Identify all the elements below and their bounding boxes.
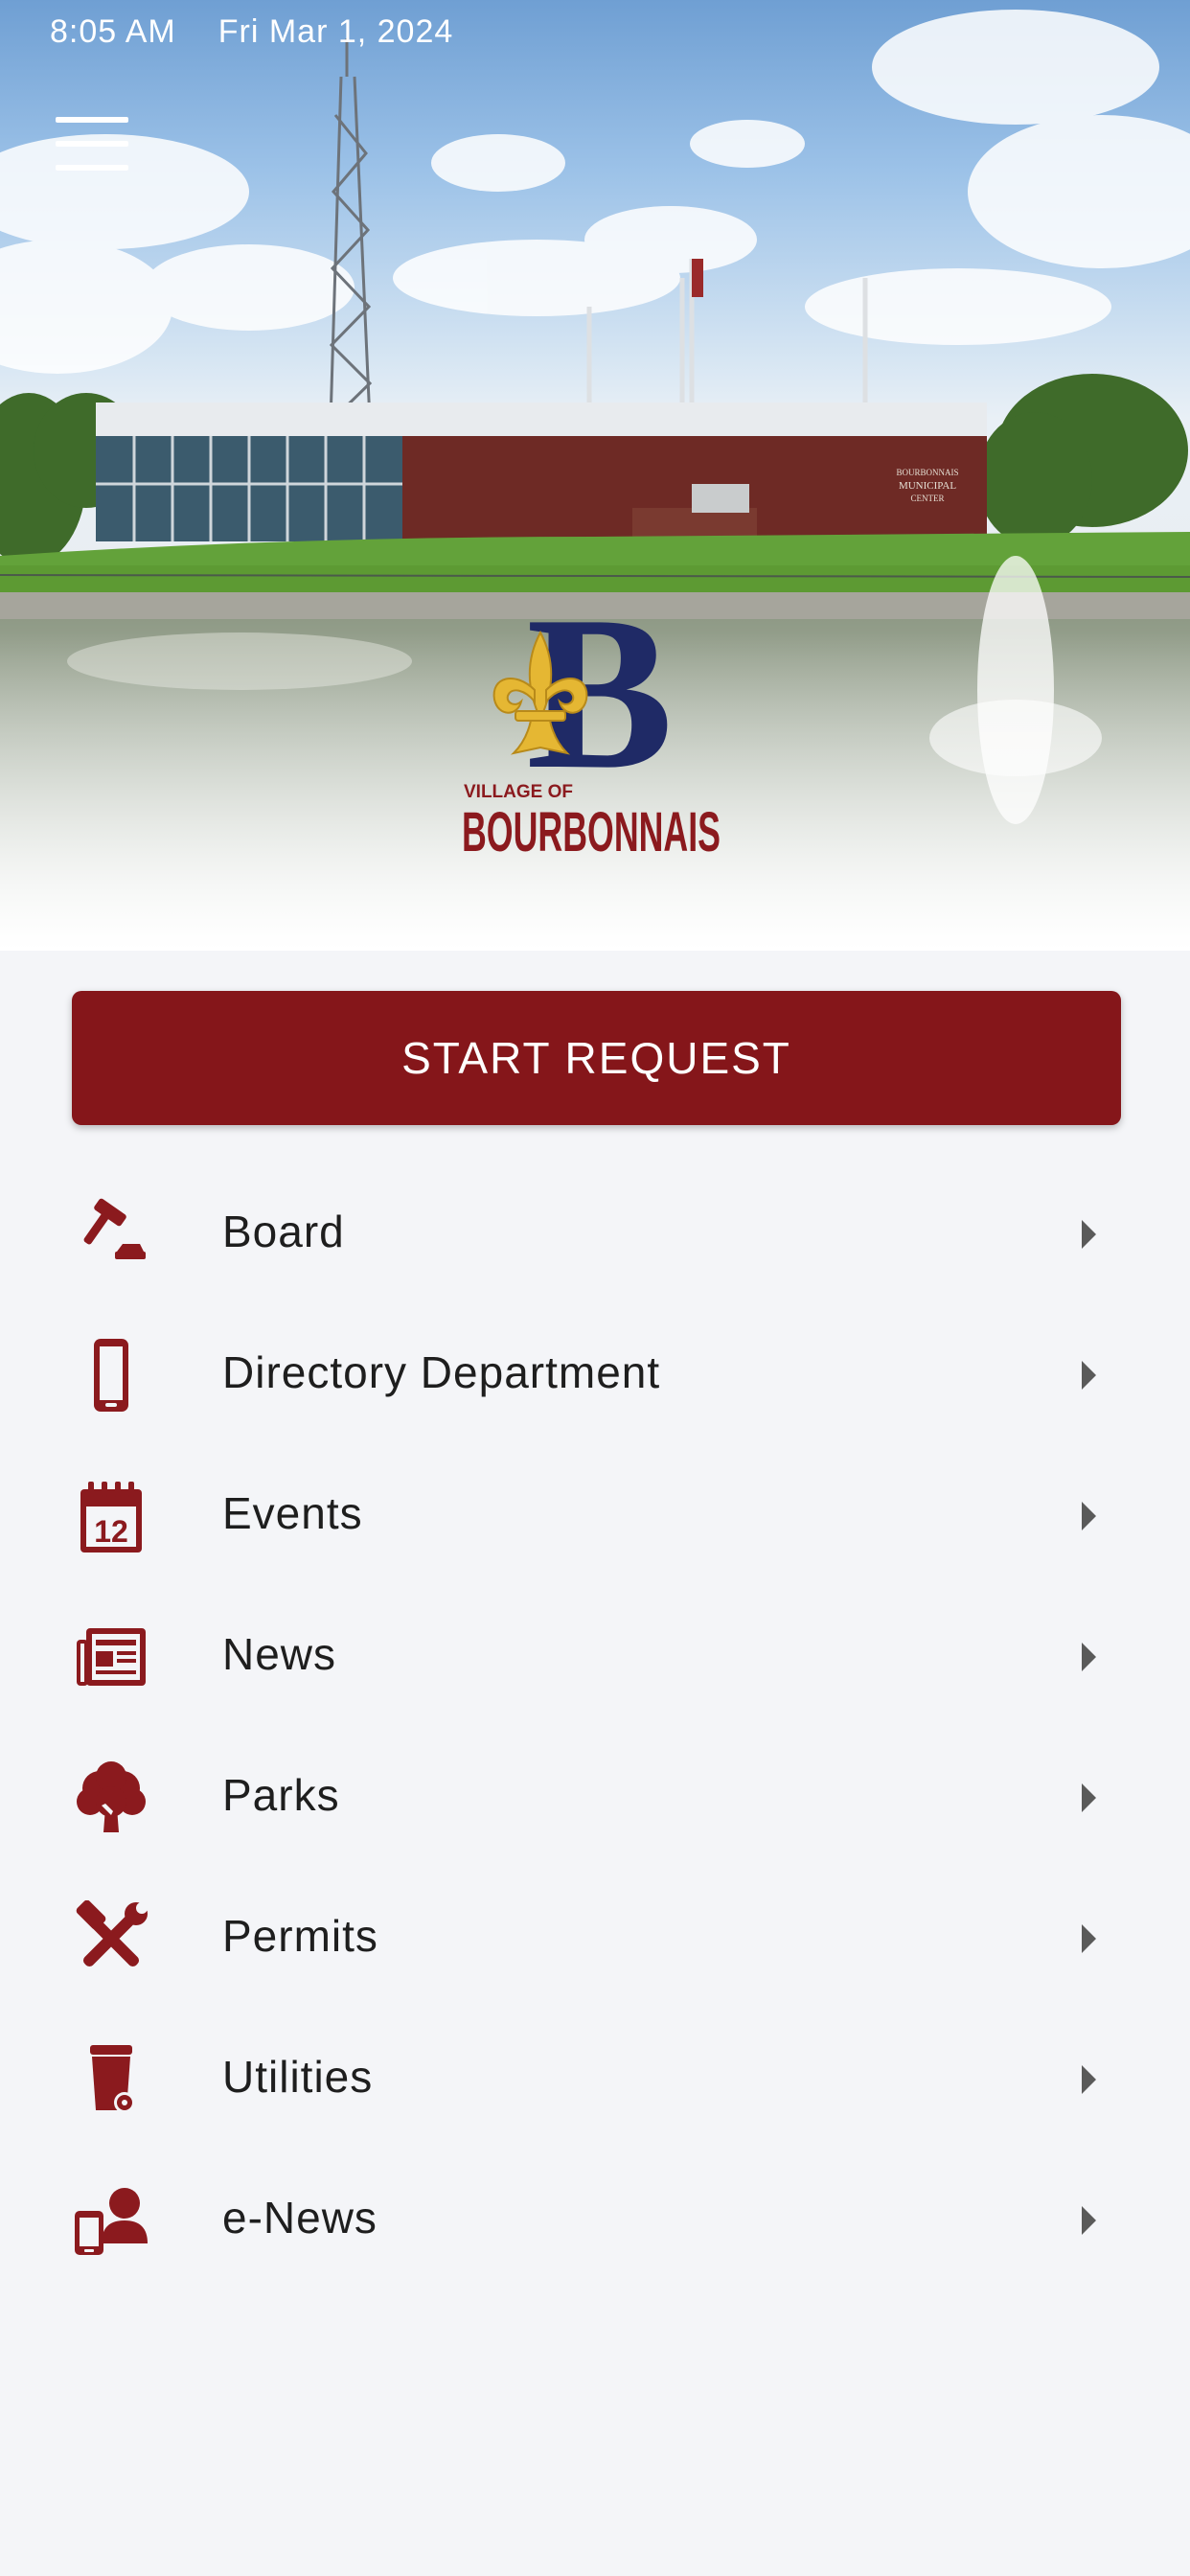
menu-item-label: Parks: [222, 1769, 340, 1820]
menu-bar-bottom: [56, 165, 128, 171]
mobile-phone-icon: [73, 1337, 149, 1414]
menu-item-utilities[interactable]: Utilities: [0, 2009, 1190, 2150]
menu-bar-top: [56, 117, 128, 123]
menu-item-events[interactable]: 12 Events: [0, 1445, 1190, 1586]
chevron-right-icon: [1082, 1642, 1096, 1671]
building-sign-line1: BOURBONNAIS: [896, 468, 958, 477]
start-request-button[interactable]: START REQUEST: [72, 991, 1121, 1125]
chevron-right-icon: [1082, 1219, 1096, 1249]
chevron-right-icon: [1082, 1501, 1096, 1530]
status-date: Fri Mar 1, 2024: [217, 13, 454, 50]
hero-banner: BOURBONNAIS MUNICIPAL CENTER B VILLAGE O…: [0, 0, 1190, 951]
chevron-right-icon: [1082, 1923, 1096, 1953]
village-logo: B VILLAGE OF BOURBONNAIS: [458, 594, 726, 862]
status-bar: 8:05 AM Fri Mar 1, 2024: [50, 13, 453, 51]
building-sign-line2: MUNICIPAL: [899, 480, 956, 492]
menu-item-label: Utilities: [222, 2051, 374, 2102]
menu-item-label: e-News: [222, 2192, 378, 2242]
building-sign-line3: CENTER: [911, 494, 945, 503]
menu-item-permits[interactable]: Permits: [0, 1868, 1190, 2009]
tree-icon: [73, 1760, 149, 1836]
logo-line1: VILLAGE OF: [464, 782, 573, 802]
menu-item-directory-department[interactable]: Directory Department: [0, 1304, 1190, 1445]
menu-item-parks[interactable]: Parks: [0, 1727, 1190, 1868]
gavel-icon: [73, 1196, 149, 1273]
menu-item-label: Board: [222, 1206, 345, 1256]
mobile-user-icon: [73, 2182, 149, 2259]
hamburger-menu-icon[interactable]: [56, 117, 128, 171]
svg-text:12: 12: [94, 1514, 128, 1549]
chevron-right-icon: [1082, 1360, 1096, 1390]
menu-item-e-news[interactable]: e-News: [0, 2150, 1190, 2290]
menu-item-label: Events: [222, 1487, 363, 1538]
newspaper-icon: [73, 1619, 149, 1695]
menu-item-label: Permits: [222, 1910, 378, 1961]
calendar-icon: 12: [73, 1478, 149, 1554]
tools-icon: [73, 1899, 149, 1977]
logo-line2: BOURBONNAIS: [462, 801, 721, 862]
chevron-right-icon: [1082, 2205, 1096, 2235]
menu-item-label: News: [222, 1628, 337, 1679]
menu-item-label: Directory Department: [222, 1346, 661, 1397]
chevron-right-icon: [1082, 2064, 1096, 2094]
chevron-right-icon: [1082, 1782, 1096, 1812]
menu-item-news[interactable]: News: [0, 1586, 1190, 1727]
trash-bin-icon: [73, 2041, 149, 2118]
menu-item-board[interactable]: Board: [0, 1163, 1190, 1304]
status-time: 8:05 AM: [50, 13, 176, 50]
menu-bar-middle: [56, 141, 128, 147]
service-menu-list: Board Directory Department 12 Events New…: [0, 1163, 1190, 2290]
